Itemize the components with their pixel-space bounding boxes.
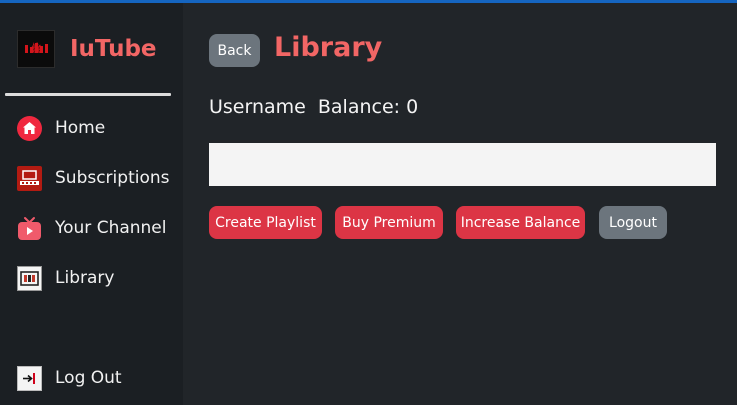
sidebar-item-label: Library: [55, 268, 115, 288]
library-icon: [17, 265, 42, 291]
username-text: Username: [209, 96, 306, 118]
page-title: Library: [274, 32, 383, 63]
sidebar: ﷺ IuTube Home: [0, 3, 183, 405]
logout-button[interactable]: Logout: [599, 206, 667, 239]
tv-channel-icon: [17, 216, 42, 241]
library-input[interactable]: [209, 143, 716, 186]
sidebar-divider: [5, 93, 171, 96]
brand-title: IuTube: [70, 36, 157, 62]
iutube-logo-icon: ﷺ: [17, 30, 55, 68]
sidebar-item-your-channel[interactable]: Your Channel: [17, 214, 167, 242]
logout-icon: [17, 365, 42, 391]
sidebar-item-label: Your Channel: [55, 218, 167, 238]
sidebar-item-label: Subscriptions: [55, 168, 170, 188]
brand[interactable]: ﷺ IuTube: [17, 29, 157, 69]
main-content: Back Library Username Balance: 0 Create P…: [183, 3, 737, 405]
buy-premium-button[interactable]: Buy Premium: [335, 206, 443, 239]
increase-balance-button[interactable]: Increase Balance: [456, 206, 585, 239]
sidebar-item-logout[interactable]: Log Out: [17, 364, 122, 392]
balance-text: Balance: 0: [317, 96, 419, 118]
home-icon: [17, 115, 42, 141]
create-playlist-button[interactable]: Create Playlist: [209, 206, 322, 239]
sidebar-item-subscriptions[interactable]: Subscriptions: [17, 164, 169, 192]
sidebar-item-home[interactable]: Home: [17, 114, 105, 142]
sidebar-item-label: Log Out: [55, 368, 122, 388]
sidebar-item-library[interactable]: Library: [17, 264, 114, 292]
sidebar-item-label: Home: [55, 118, 106, 138]
subscriptions-icon: [17, 165, 42, 191]
back-button[interactable]: Back: [209, 34, 260, 67]
user-info: Username Balance: 0: [209, 96, 430, 118]
